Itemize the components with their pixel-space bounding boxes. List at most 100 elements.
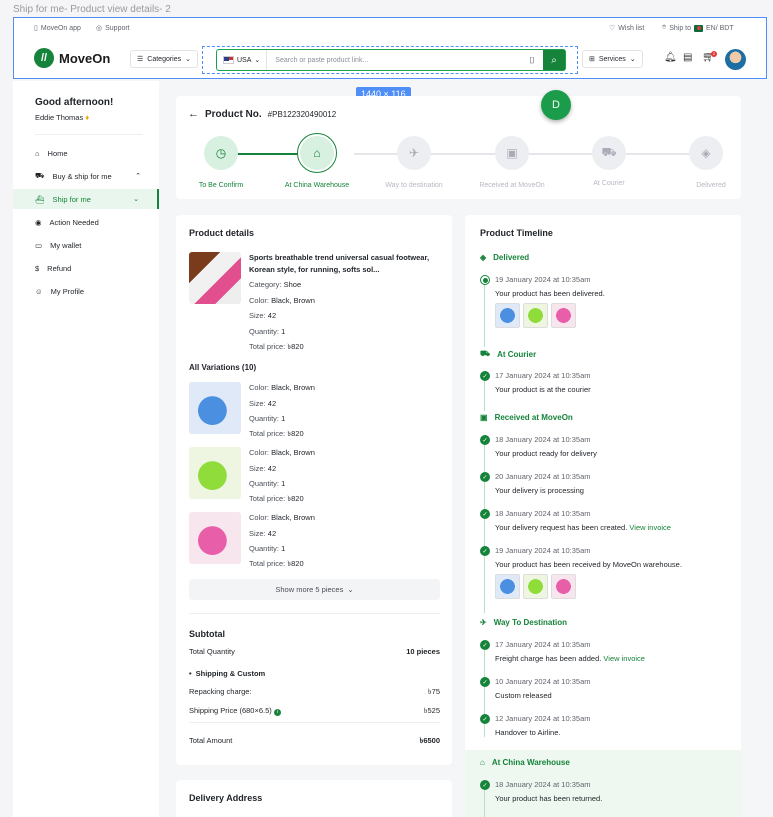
step-label: At China Warehouse [284,182,350,189]
search-icon: ⌕ [551,54,557,66]
timeline-group-way: ✈ Way To Destination [480,618,568,627]
variation-image[interactable] [189,382,241,434]
sidebar-item-ship-for-me[interactable]: ⛴ Ship for me ⌄ [13,189,159,209]
ship-to-selector[interactable]: ⌾ Ship to EN/ BDT [662,24,734,32]
crown-icon: ♦ [85,113,90,122]
bullet-icon: • [189,669,192,678]
phone-icon: ▯ [34,25,38,32]
delivered-icon: ◈ [480,253,487,262]
sidebar-item-action-needed[interactable]: ◉ Action Needed [13,212,159,232]
back-arrow-icon[interactable]: ← [188,108,199,120]
chevron-up-icon: ⌃ [135,173,141,180]
variation-color: Color: Black, Brown [249,383,315,392]
sidebar-item-refund[interactable]: $ Refund [13,258,159,278]
photo-thumbnail[interactable] [551,303,576,328]
variation-price: Total price: ৳820 [249,494,304,503]
variation-size: Size: 42 [249,399,277,408]
step-label: Received at MoveOn [479,182,545,189]
product-image[interactable] [189,252,241,304]
variation-image[interactable] [189,447,241,499]
product-category: Category: Shoe [249,280,302,289]
orders-icon[interactable]: ▤ [683,52,692,63]
truck-icon: ⛟ [592,136,626,170]
alert-icon: ◉ [35,217,42,227]
camera-icon[interactable]: ⌷ [521,55,543,66]
services-button[interactable]: ⊞ Services ⌄ [582,50,643,68]
step-at-courier: ⛟ [589,133,629,173]
cart-icon: ⛟ [35,171,45,180]
step-way-to-destination: ✈ [394,133,434,173]
photo-thumbnail[interactable] [551,574,576,599]
logo[interactable]: // MoveOn [34,48,110,68]
logo-mark-icon: // [34,48,54,68]
variation-image[interactable] [189,512,241,564]
view-invoice-link[interactable]: View invoice [603,654,645,663]
delivered-icon: ◈ [689,136,723,170]
step-label: To Be Confirm [198,182,244,189]
photo-thumbnail[interactable] [495,574,520,599]
wishlist-link[interactable]: ♡ Wish list [609,24,644,33]
variation-quantity: Quantity: 1 [249,544,286,553]
step-label: At Courier [593,180,625,187]
bangladesh-flag-icon [694,24,703,32]
photo-thumbnails [495,303,576,328]
collaborator-avatar[interactable]: D [541,90,571,120]
timeline-line [484,378,485,411]
step-label: Way to destination [385,182,443,189]
page-frame: ▯ MoveOn app ◎ Support ♡ Wish list ⌾ Ship to… [13,17,767,817]
timeline-group-delivered: ◈ Delivered [480,253,530,262]
product-details-card: Product details Sports breathable trend … [176,215,452,765]
support-link[interactable]: ◎ Support [96,24,130,33]
chevron-down-icon: ⌄ [185,56,192,63]
categories-button[interactable]: ☰ Categories ⌄ [130,50,199,68]
variation-quantity: Quantity: 1 [249,414,286,423]
check-icon: ✓ [480,714,490,724]
step-received-moveon: ▣ [492,133,532,173]
wallet-icon: ▭ [35,240,43,250]
timeline-line [484,789,485,817]
warehouse-icon: ⌂ [480,758,485,767]
sidebar-item-buy-ship[interactable]: ⛟ Buy & ship for me ⌃ [13,166,159,186]
photo-thumbnail[interactable] [523,574,548,599]
photo-thumbnail[interactable] [523,303,548,328]
total-amount-row: Total Amount ৳6500 [189,736,440,745]
photo-thumbnail[interactable] [495,303,520,328]
home-icon: ⌂ [35,148,40,158]
subtotal-title: Subtotal [189,629,225,639]
delivery-title: Delivery Address [189,793,263,803]
country-selector[interactable]: USA ⌄ [217,50,268,70]
bell-icon[interactable]: 🔔︎ [664,52,677,63]
search-button[interactable]: ⌕ [543,50,565,70]
shipping-custom-title: • Shipping & Custom [189,669,266,678]
avatar[interactable] [725,49,746,70]
product-timeline-card: Product Timeline ◈ Delivered 19 January 2… [465,215,741,817]
product-color: Color: Black, Brown [249,296,315,305]
product-quantity: Quantity: 1 [249,327,286,336]
variation-price: Total price: ৳820 [249,429,304,438]
top-header: ▯ MoveOn app ◎ Support ♡ Wish list ⌾ Ship to… [13,17,767,79]
view-invoice-link[interactable]: View invoice [629,523,671,532]
timeline-line [484,443,485,613]
user-name: Eddie Thomas ♦ [35,113,90,122]
info-icon[interactable]: i [273,709,281,716]
moveon-app-link[interactable]: ▯ MoveOn app [34,24,81,33]
check-icon: ✓ [480,509,490,519]
plane-icon: ✈ [397,136,431,170]
sidebar-item-wallet[interactable]: ▭ My wallet [13,235,159,255]
show-more-button[interactable]: Show more 5 pieces ⌄ [189,579,440,600]
box-icon: ▣ [495,136,529,170]
sidebar-item-home[interactable]: ⌂ Home [13,143,159,163]
photo-thumbnails [495,574,576,599]
search-bar: USA ⌄ Search or paste product link... ⌷ … [216,49,566,71]
menu-icon: ☰ [137,56,144,63]
divider [189,722,440,723]
search-input[interactable]: Search or paste product link... [267,57,521,64]
timeline-group-received: ▣ Received at MoveOn [480,413,573,422]
product-number: #PB122320490012 [267,109,337,119]
variation-quantity: Quantity: 1 [249,479,286,488]
sidebar-item-profile[interactable]: ☺ My Profile [13,281,159,301]
product-name: Sports breathable trend universal casual… [249,253,430,274]
chevron-down-icon: ⌄ [254,57,261,64]
check-icon: ✓ [480,780,490,790]
user-icon: ☺ [35,286,43,296]
